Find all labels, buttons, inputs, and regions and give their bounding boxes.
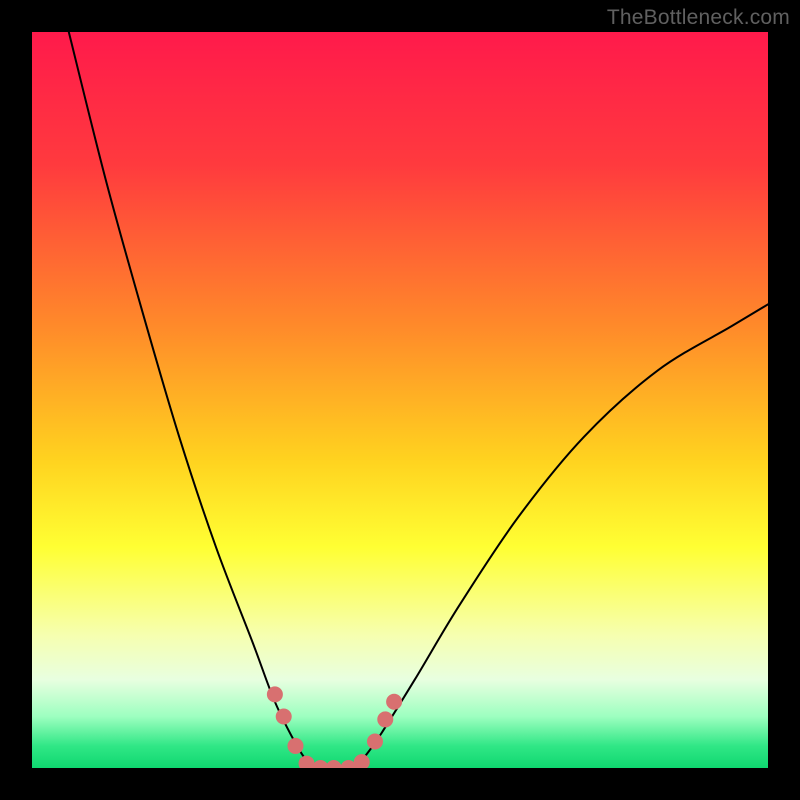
curve-right-branch <box>356 304 768 768</box>
marker-dot <box>367 734 383 750</box>
watermark-text: TheBottleneck.com <box>607 6 790 30</box>
bottleneck-chart: TheBottleneck.com <box>0 0 800 800</box>
marker-dot <box>386 694 402 710</box>
marker-dot <box>354 754 370 768</box>
curve-left-branch <box>69 32 312 768</box>
marker-dot <box>326 760 342 768</box>
curve-layer <box>32 32 768 768</box>
marker-dot <box>267 686 283 702</box>
marker-dot <box>276 708 292 724</box>
marker-dot <box>299 756 315 768</box>
marker-dot <box>377 711 393 727</box>
marker-dot <box>287 738 303 754</box>
plot-area <box>32 32 768 768</box>
